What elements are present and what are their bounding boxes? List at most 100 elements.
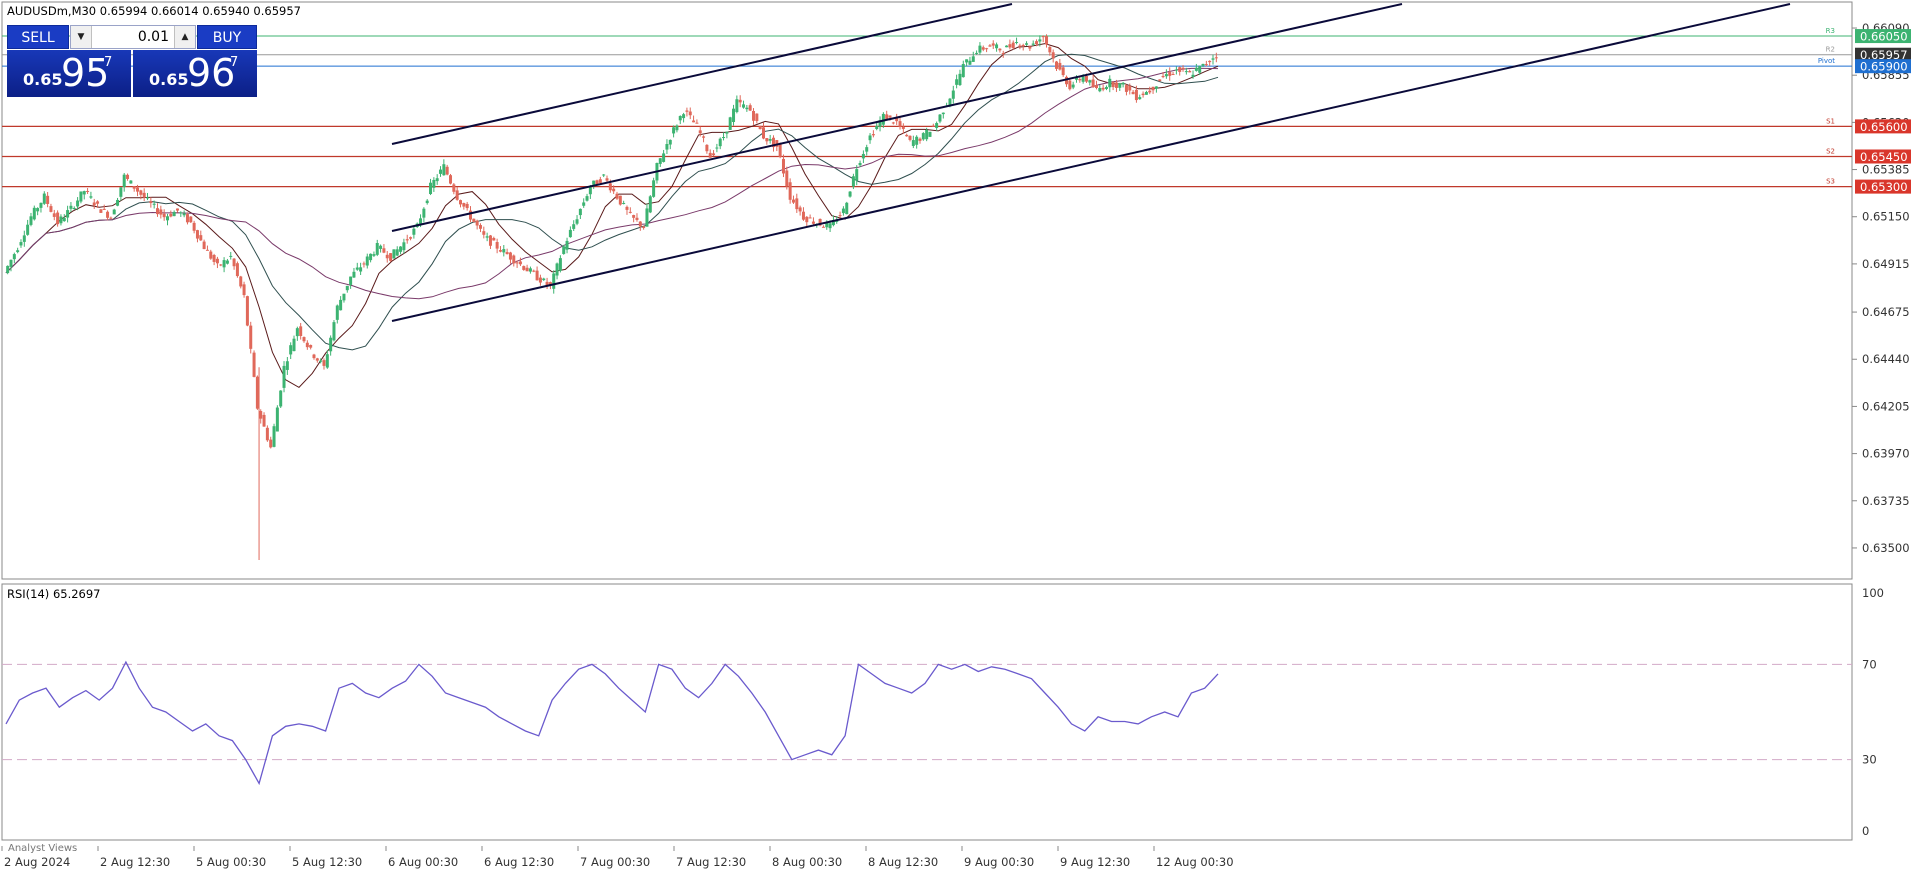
candle-body [275,407,279,432]
candle-body [39,202,43,208]
candle-body [1151,86,1155,91]
sell-price-prefix: 0.65 [23,70,63,89]
sell-price-fraction: 7 [104,55,113,70]
candle-body [732,108,736,123]
candle-body [1121,82,1125,85]
buy-price-box[interactable]: 0.65 96 7 [133,50,257,97]
candle-body [525,267,529,272]
level-name-s1: S1 [1826,117,1835,125]
candle-body [578,208,582,216]
candle-body [22,235,26,242]
candle-body [665,144,669,150]
candle-body [116,199,120,206]
candle-body [1051,52,1055,59]
candle-body [1134,89,1138,101]
candle-body [1118,83,1122,88]
candle-body [245,296,249,326]
candle-body [106,211,110,218]
candle-body [56,212,60,225]
candle-body [505,252,509,255]
sell-price-box[interactable]: 0.65 95 7 [7,50,131,97]
candle-body [785,170,789,187]
candle-body [1154,86,1158,89]
candle-body [119,187,123,197]
candle-body [1021,44,1025,46]
candle-body [1058,62,1062,70]
candle-body [265,427,269,441]
buy-button[interactable]: BUY [197,25,257,49]
candle-body [1144,91,1148,95]
level-name-pivot: Pivot [1818,57,1835,65]
time-axis-label: 8 Aug 12:30 [868,855,938,869]
candle-body [898,121,902,127]
candle-body [1084,75,1088,82]
candle-body [1038,39,1042,42]
candle-body [1214,57,1218,59]
candle-body [705,144,709,152]
chart-canvas[interactable]: R3R2PivotS1S2S3 0.660900.658550.656200.6… [0,0,1916,874]
price-axis-label: 0.65385 [1862,163,1910,177]
candle-body [262,414,266,427]
candle-body [495,242,499,249]
candle-body [82,191,86,195]
candle-body [648,196,652,213]
candle-body [851,176,855,187]
candle-body [6,265,10,274]
volume-value[interactable]: 0.01 [93,26,173,48]
price-axis-label: 0.63500 [1862,541,1910,555]
time-axis-label: 5 Aug 00:30 [196,855,266,869]
candle-body [522,266,526,270]
candle-body [215,258,219,264]
price-axis-label: 0.64205 [1862,399,1910,413]
candle-body [788,182,792,200]
candle-body [49,206,53,212]
candle-body [202,241,206,250]
candle-body [349,276,353,285]
candle-body [975,52,979,54]
volume-decrease-icon[interactable]: ▼ [71,26,92,48]
candle-body [252,352,256,377]
candle-body [901,126,905,129]
candle-body [915,136,919,145]
sell-button[interactable]: SELL [7,25,69,49]
candle-body [961,64,965,78]
level-name-r2: R2 [1826,46,1835,54]
candle-body [592,180,596,185]
candle-body [951,90,955,99]
candle-body [159,209,163,215]
candle-body [931,125,935,127]
candle-body [449,175,453,184]
candle-body [742,104,746,108]
candle-body [102,208,106,210]
rsi-axis-label: 70 [1862,657,1877,671]
candle-body [16,250,20,253]
analyst-views-tab[interactable]: Analyst Views [8,843,77,854]
price-axis-label: 0.63735 [1862,494,1910,508]
candle-body [582,202,586,206]
candle-body [702,136,706,138]
volume-input[interactable]: ▼ 0.01 ▲ [70,25,196,49]
candle-body [365,256,369,266]
candle-body [821,226,825,228]
main-chart-frame [1,1,1853,580]
candle-body [868,135,872,141]
trend-channel-line-2 [391,3,1403,232]
candle-body [272,426,276,447]
candle-body [542,278,546,281]
candle-body [692,120,696,123]
candle-body [439,169,443,174]
candle-body [618,195,622,205]
trading-chart-window: R3R2PivotS1S2S3 0.660900.658550.656200.6… [0,0,1916,874]
candle-body [765,138,769,142]
candle-body [752,110,756,121]
volume-increase-icon[interactable]: ▲ [174,26,195,48]
candle-body [778,143,782,157]
candle-body [385,254,389,259]
candle-body [528,268,532,272]
candle-body [685,110,689,112]
candle-body [642,226,646,228]
candle-body [36,208,40,212]
candle-body [865,147,869,152]
candle-body [229,255,233,257]
candle-body [662,153,666,162]
